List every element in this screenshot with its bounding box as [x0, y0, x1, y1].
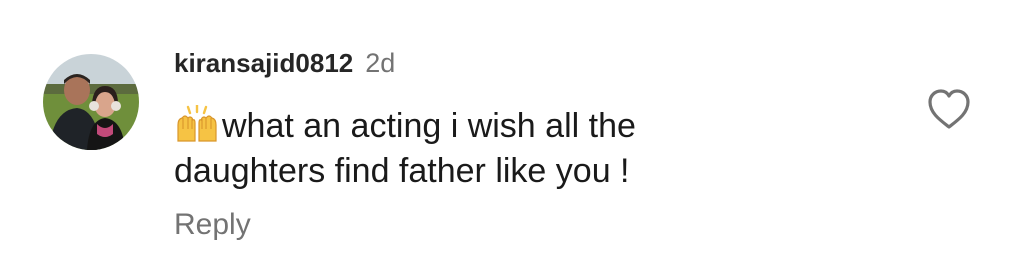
avatar[interactable]	[43, 54, 139, 150]
raising-hands-icon	[174, 105, 220, 143]
comment-text: what an acting i wish all the daughters …	[174, 104, 874, 194]
comment-item: kiransajid0812 2d what an acting i wish …	[0, 0, 1024, 263]
like-button[interactable]	[926, 88, 972, 130]
timestamp: 2d	[365, 48, 396, 78]
comment-content: kiransajid0812 2d what an acting i wish …	[174, 48, 874, 242]
comment-text-line-1: what an acting i wish all the	[174, 104, 874, 149]
reply-button[interactable]: Reply	[174, 208, 874, 242]
comment-meta: kiransajid0812 2d	[174, 48, 874, 86]
username[interactable]: kiransajid0812	[174, 48, 353, 79]
heart-outline-icon	[928, 89, 970, 129]
avatar-photo	[43, 54, 139, 150]
comment-text-line-2: daughters find father like you !	[174, 152, 630, 190]
comment-text-1: what an acting i wish all the	[222, 107, 636, 145]
